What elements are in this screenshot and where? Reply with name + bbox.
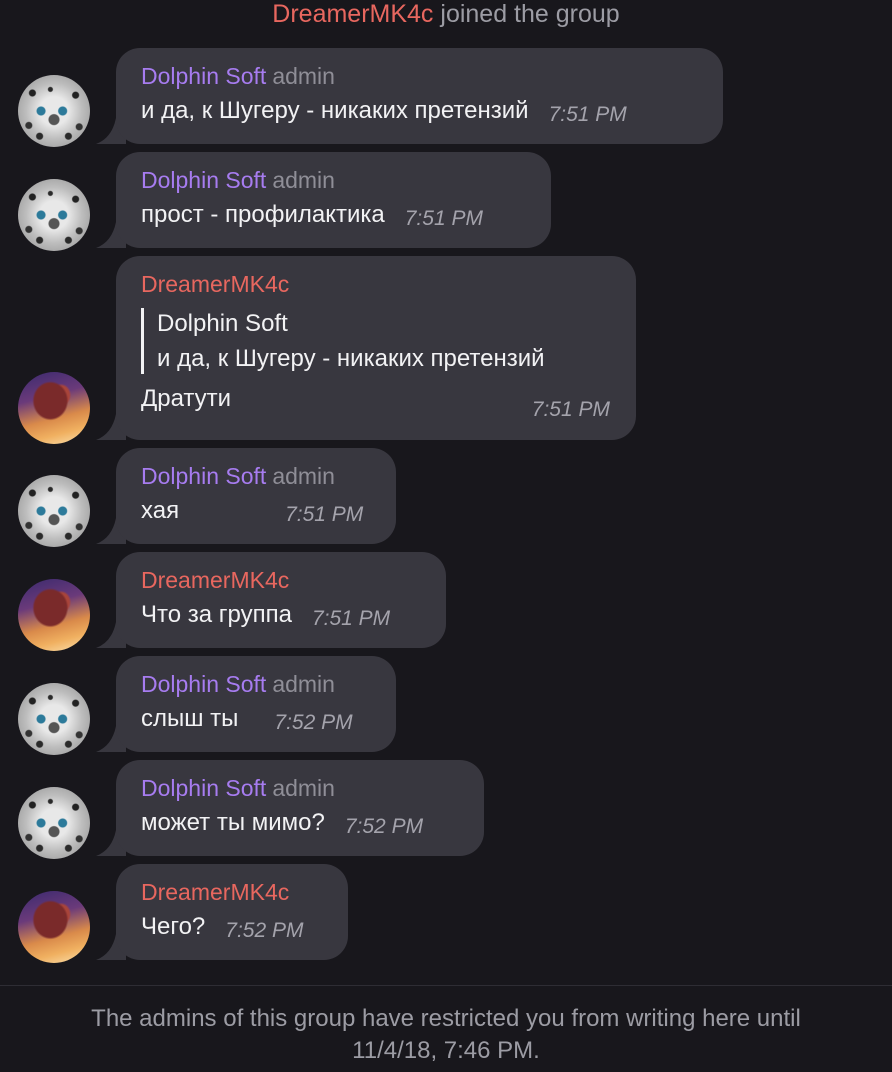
message-text: и да, к Шугеру - никаких претензий <box>141 97 529 124</box>
message-sender: Dolphin Soft admin <box>141 462 370 490</box>
message-row: Dolphin Soft admin прост - профилактика 7:… <box>0 152 892 251</box>
message-sender: DreamerMK4c <box>141 878 322 906</box>
message-time: 7:52 PM <box>225 919 304 942</box>
message-row: Dolphin Soft admin может ты мимо? 7:52 PM <box>0 760 892 859</box>
message-text: может ты мимо? <box>141 809 325 836</box>
message-time: 7:51 PM <box>311 607 391 630</box>
snow-leopard-avatar-icon[interactable] <box>18 179 90 251</box>
message-sender: Dolphin Soft admin <box>141 62 697 90</box>
sender-role-badge: admin <box>272 775 335 801</box>
message-row: Dolphin Soft admin хая 7:51 PM <box>0 448 892 547</box>
snow-leopard-avatar-icon[interactable] <box>18 75 90 147</box>
message-row: Dolphin Soft admin и да, к Шугеру - никак… <box>0 48 892 147</box>
message-body: слыш ты 7:52 PM <box>141 704 370 738</box>
message-row: DreamerMK4c Dolphin Soft и да, к Шугеру … <box>0 256 892 444</box>
message-time: 7:51 PM <box>285 503 364 526</box>
sender-name[interactable]: DreamerMK4c <box>141 271 289 297</box>
message-text: Дратути <box>141 385 232 412</box>
sender-name[interactable]: Dolphin Soft <box>141 775 266 801</box>
message-text: Чего? <box>141 913 206 940</box>
message-body: хая 7:51 PM <box>141 496 370 530</box>
message-time: 7:51 PM <box>531 398 610 421</box>
sender-name[interactable]: Dolphin Soft <box>141 671 266 697</box>
message-row: DreamerMK4c Что за группа 7:51 PM <box>0 552 892 651</box>
message-bubble[interactable]: Dolphin Soft admin и да, к Шугеру - никак… <box>116 48 723 144</box>
snow-leopard-avatar-icon[interactable] <box>18 787 90 859</box>
message-body: может ты мимо? 7:52 PM <box>141 808 458 842</box>
message-bubble[interactable]: Dolphin Soft admin хая 7:51 PM <box>116 448 396 544</box>
message-sender: Dolphin Soft admin <box>141 166 525 194</box>
sender-name[interactable]: Dolphin Soft <box>141 167 266 193</box>
message-sender: DreamerMK4c <box>141 566 420 594</box>
message-body: Что за группа 7:51 PM <box>141 600 420 634</box>
message-text: хая <box>141 497 180 524</box>
message-bubble[interactable]: Dolphin Soft admin прост - профилактика 7:… <box>116 152 551 248</box>
service-message-joined: DreamerMK4c joined the group <box>0 0 892 28</box>
message-sender: DreamerMK4c <box>141 270 610 298</box>
message-bubble[interactable]: DreamerMK4c Чего? 7:52 PM <box>116 864 348 960</box>
sender-name[interactable]: DreamerMK4c <box>141 567 289 593</box>
reply-text: и да, к Шугеру - никаких претензий <box>157 345 545 372</box>
sender-role-badge: admin <box>272 167 335 193</box>
fox-sunset-avatar-icon[interactable] <box>18 891 90 963</box>
restriction-notice-line-1: The admins of this group have restricted… <box>91 1005 801 1032</box>
message-bubble[interactable]: DreamerMK4c Dolphin Soft и да, к Шугеру … <box>116 256 636 440</box>
sender-name[interactable]: Dolphin Soft <box>141 63 266 89</box>
sender-name[interactable]: Dolphin Soft <box>141 463 266 489</box>
message-bubble[interactable]: Dolphin Soft admin слыш ты 7:52 PM <box>116 656 396 752</box>
message-bubble[interactable]: Dolphin Soft admin может ты мимо? 7:52 PM <box>116 760 484 856</box>
message-row: Dolphin Soft admin слыш ты 7:52 PM <box>0 656 892 755</box>
message-text: прост - профилактика <box>141 201 385 228</box>
snow-leopard-avatar-icon[interactable] <box>18 475 90 547</box>
message-time: 7:52 PM <box>274 711 353 734</box>
message-body: и да, к Шугеру - никаких претензий 7:51 P… <box>141 96 697 130</box>
sender-role-badge: admin <box>272 63 335 89</box>
sender-role-badge: admin <box>272 671 335 697</box>
fox-sunset-avatar-icon[interactable] <box>18 372 90 444</box>
sender-role-badge: admin <box>272 463 335 489</box>
message-body: прост - профилактика 7:51 PM <box>141 200 525 234</box>
service-message-text: joined the group <box>433 0 620 28</box>
service-message-user-name[interactable]: DreamerMK4c <box>272 0 433 28</box>
message-text: Что за группа <box>141 601 292 628</box>
message-bubble[interactable]: DreamerMK4c Что за группа 7:51 PM <box>116 552 446 648</box>
reply-quote[interactable]: Dolphin Soft и да, к Шугеру - никаких пр… <box>141 308 610 374</box>
reply-sender-name: Dolphin Soft <box>157 310 288 337</box>
message-row: DreamerMK4c Чего? 7:52 PM <box>0 864 892 963</box>
restriction-notice: The admins of this group have restricted… <box>20 1003 872 1067</box>
message-sender: Dolphin Soft admin <box>141 670 370 698</box>
footer-divider <box>0 985 892 986</box>
restriction-notice-line-2: 11/4/18, 7:46 PM. <box>352 1037 540 1064</box>
snow-leopard-avatar-icon[interactable] <box>18 683 90 755</box>
message-text: слыш ты <box>141 705 239 732</box>
message-time: 7:51 PM <box>404 207 483 230</box>
message-time: 7:51 PM <box>548 103 627 126</box>
message-time: 7:52 PM <box>344 815 424 838</box>
fox-sunset-avatar-icon[interactable] <box>18 579 90 651</box>
sender-name[interactable]: DreamerMK4c <box>141 879 289 905</box>
message-sender: Dolphin Soft admin <box>141 774 458 802</box>
message-body: Чего? 7:52 PM <box>141 912 322 946</box>
